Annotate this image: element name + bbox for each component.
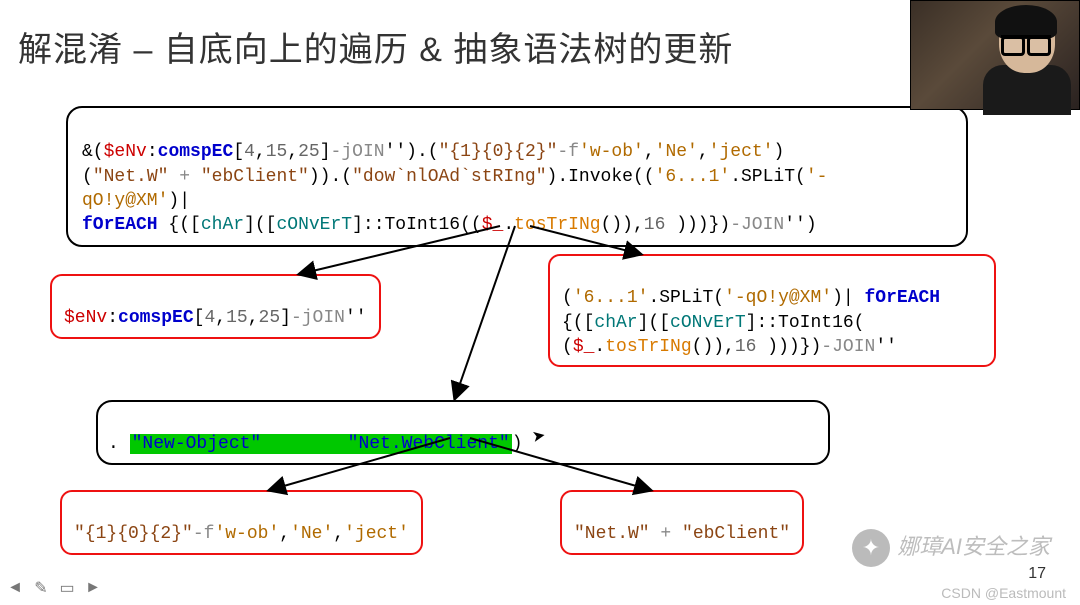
slide-title: 解混淆 – 自底向上的遍历 & 抽象语法树的更新 [18, 22, 733, 71]
code-box-left: $eNv:comspEC[4,15,25]-jOIN'' [50, 274, 381, 339]
page-number: 17 [1028, 565, 1046, 583]
watermark-text: 娜璋AI安全之家 [897, 529, 1050, 561]
notes-button[interactable]: ▭ [56, 577, 78, 599]
watermark-csdn: CSDN @Eastmount [941, 585, 1066, 601]
prev-slide-button[interactable]: ◄ [4, 577, 26, 599]
code-box-bottom-left: "{1}{0}{2}"-f'w-ob','Ne','ject' [60, 490, 423, 555]
code-box-bottom-right: "Net.W" + "ebClient" [560, 490, 804, 555]
slide-toolbar: ◄ ✎ ▭ ► [4, 577, 104, 599]
code-box-top: &($eNv:comspEC[4,15,25]-jOIN'').("{1}{0}… [66, 106, 968, 247]
code-box-right: ('6...1'.SPLiT('-qO!y@XM')| fOrEACH {([c… [548, 254, 996, 367]
webcam-overlay [910, 0, 1080, 110]
next-slide-button[interactable]: ► [82, 577, 104, 599]
wechat-icon: ✦ [852, 529, 890, 567]
edit-button[interactable]: ✎ [30, 577, 52, 599]
code-box-result: . "New-Object" "Net.WebClient") [96, 400, 830, 465]
